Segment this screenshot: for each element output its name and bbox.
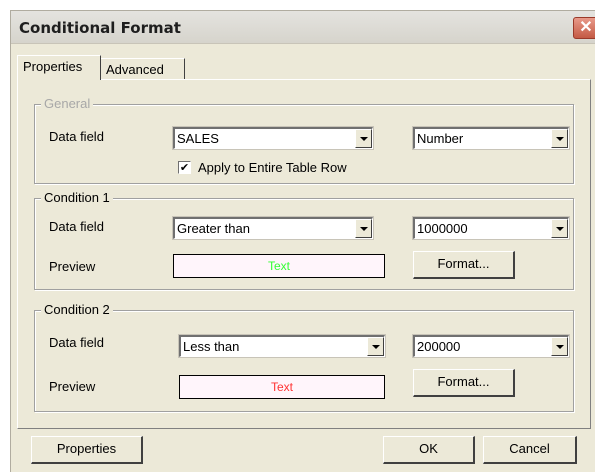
condition-1-operator-dropdown-button[interactable] [355, 219, 372, 238]
properties-button-label: Properties [56, 441, 117, 456]
condition-1-format-label: Format... [437, 256, 490, 271]
condition-2-group: Condition 2 Data field Less than 200000 … [34, 302, 574, 412]
condition-1-value-select[interactable]: 1000000 [413, 217, 569, 239]
tab-properties-label: Properties [23, 59, 83, 74]
chevron-down-icon [360, 227, 368, 231]
close-button[interactable]: ✕ [573, 17, 595, 39]
condition-1-group: Condition 1 Data field Greater than 1000… [34, 190, 574, 290]
chevron-down-icon [556, 227, 564, 231]
condition-2-format-label: Format... [437, 374, 490, 389]
condition-1-operator-select[interactable]: Greater than [173, 217, 373, 239]
title-bar: Conditional Format ✕ [11, 11, 595, 44]
condition-2-operator-value: Less than [183, 339, 240, 354]
apply-entire-row-checkbox[interactable]: ✔ [178, 161, 191, 174]
condition-1-operator-value: Greater than [177, 221, 250, 236]
cancel-button[interactable]: Cancel [483, 436, 577, 464]
condition-1-legend: Condition 1 [41, 190, 113, 205]
condition-1-data-field-label: Data field [49, 219, 104, 234]
condition-1-preview-text: Text [267, 259, 290, 273]
condition-1-value-dropdown-button[interactable] [551, 219, 568, 238]
properties-button[interactable]: Properties [31, 436, 143, 464]
general-group: General Data field SALES Number ✔ Apply … [34, 96, 574, 184]
condition-2-value-dropdown-button[interactable] [551, 337, 568, 356]
condition-2-value: 200000 [417, 339, 461, 354]
condition-2-data-field-label: Data field [49, 335, 104, 350]
ok-button[interactable]: OK [383, 436, 475, 464]
conditional-format-dialog: Conditional Format ✕ Properties Advanced… [10, 10, 595, 472]
condition-2-preview-label: Preview [49, 379, 96, 394]
condition-1-value: 1000000 [417, 221, 468, 236]
check-icon: ✔ [179, 161, 190, 174]
general-type-select[interactable]: Number [413, 127, 569, 149]
condition-2-legend: Condition 2 [41, 302, 113, 317]
chevron-down-icon [360, 137, 368, 141]
general-data-field-value: SALES [177, 131, 219, 146]
properties-tab-panel: General Data field SALES Number ✔ Apply … [17, 79, 591, 429]
condition-1-format-button[interactable]: Format... [413, 251, 515, 279]
general-type-dropdown-button[interactable] [551, 129, 568, 148]
ok-button-label: OK [419, 441, 438, 456]
tab-properties[interactable]: Properties [17, 55, 101, 80]
chevron-down-icon [556, 345, 564, 349]
chevron-down-icon [556, 137, 564, 141]
close-icon: ✕ [579, 19, 593, 36]
general-data-field-dropdown-button[interactable] [355, 129, 372, 148]
general-data-field-label: Data field [49, 129, 104, 144]
condition-2-preview-text: Text [270, 380, 293, 394]
tab-advanced[interactable]: Advanced [101, 58, 185, 80]
general-type-value: Number [417, 131, 464, 146]
general-legend: General [41, 96, 94, 111]
condition-2-operator-dropdown-button[interactable] [367, 337, 384, 356]
condition-1-preview-box: Text [173, 254, 385, 278]
condition-2-operator-select[interactable]: Less than [179, 335, 385, 357]
condition-2-format-button[interactable]: Format... [413, 369, 515, 397]
apply-entire-row-label: Apply to Entire Table Row [198, 160, 347, 175]
cancel-button-label: Cancel [509, 441, 550, 456]
condition-1-preview-label: Preview [49, 259, 96, 274]
condition-2-value-select[interactable]: 200000 [413, 335, 569, 357]
tab-advanced-label: Advanced [106, 62, 164, 77]
chevron-down-icon [372, 345, 380, 349]
window-title: Conditional Format [19, 19, 181, 37]
condition-2-preview-box: Text [179, 375, 385, 399]
general-data-field-select[interactable]: SALES [173, 127, 373, 149]
